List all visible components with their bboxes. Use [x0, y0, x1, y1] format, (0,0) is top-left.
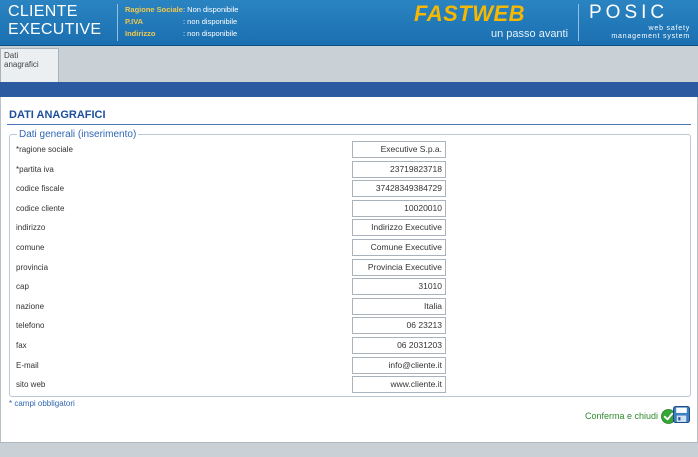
sito-web-input[interactable]: www.cliente.it — [352, 376, 446, 394]
nazione-input[interactable]: Italia — [352, 297, 446, 315]
footer-bar — [0, 442, 698, 457]
client-info: Ragione Sociale : Non disponibile P.IVA … — [125, 4, 238, 40]
posic-subtitle-line1: web safety — [648, 25, 690, 32]
info-row-ragione-sociale: Ragione Sociale : Non disponibile — [125, 4, 238, 16]
fieldset-legend: Dati generali (inserimento) — [17, 129, 139, 140]
field-row-ragione-sociale: *ragione sociale Executive S.p.a. — [16, 141, 684, 160]
info-label: Indirizzo — [125, 29, 156, 38]
app-header: CLIENTE EXECUTIVE Ragione Sociale : Non … — [0, 0, 698, 46]
required-fields-note: * campi obbligatori — [9, 399, 75, 408]
field-label: provincia — [16, 262, 49, 272]
fastweb-tagline: un passo avanti — [491, 28, 569, 40]
field-label: indirizzo — [16, 223, 46, 233]
fax-input[interactable]: 06 2031203 — [352, 337, 446, 354]
field-label: *ragione sociale — [16, 145, 73, 154]
main-content: DATI ANAGRAFICI Dati generali (inserimen… — [0, 97, 698, 442]
page-title: DATI ANAGRAFICI — [9, 109, 106, 121]
field-label: cap — [16, 282, 29, 292]
header-divider — [117, 4, 118, 41]
partita-iva-input[interactable]: 23719823718 — [352, 160, 446, 178]
field-row-partita-iva: *partita iva 23719823718 — [16, 160, 684, 180]
field-label: nazione — [16, 301, 45, 311]
field-row-indirizzo: indirizzo Indirizzo Executive — [16, 219, 684, 238]
title-divider — [7, 124, 691, 125]
field-row-provincia: provincia Provincia Executive — [16, 258, 684, 278]
app-title: CLIENTE EXECUTIVE — [8, 3, 101, 39]
field-label: E-mail — [16, 360, 39, 370]
field-label: *partita iva — [16, 164, 54, 174]
field-row-codice-fiscale: codice fiscale 37428349384729 — [16, 180, 684, 199]
field-label: codice fiscale — [16, 184, 65, 194]
field-label: codice cliente — [16, 203, 65, 213]
field-row-sito-web: sito web www.cliente.it — [16, 376, 684, 395]
comune-input[interactable]: Comune Executive — [352, 239, 446, 256]
cap-input[interactable]: 31010 — [352, 278, 446, 296]
telefono-input[interactable]: 06 23213 — [352, 317, 446, 335]
confirm-close-button[interactable]: Conferma e chiudi — [585, 407, 676, 425]
posic-subtitle: web safety management system — [611, 25, 690, 41]
field-row-email: E-mail info@cliente.it — [16, 356, 684, 376]
info-row-piva: P.IVA : non disponibile — [125, 16, 238, 28]
codice-fiscale-input[interactable]: 37428349384729 — [352, 180, 446, 198]
confirm-close-label[interactable]: Conferma e chiudi — [585, 411, 658, 421]
general-data-fieldset: Dati generali (inserimento) *ragione soc… — [9, 129, 691, 397]
provincia-input[interactable]: Provincia Executive — [352, 258, 446, 276]
info-value: : Non disponibile — [183, 5, 239, 14]
posic-subtitle-line2: management system — [611, 33, 690, 40]
posic-logo: POSIC — [589, 2, 669, 23]
field-row-cap: cap 31010 — [16, 278, 684, 297]
tab-bar: Dati anagrafici — [0, 46, 698, 82]
section-bar — [0, 82, 698, 97]
field-row-codice-cliente: codice cliente 10020010 — [16, 199, 684, 219]
info-value: : non disponibile — [183, 29, 238, 38]
field-label: fax — [16, 341, 27, 350]
field-label: comune — [16, 243, 45, 252]
field-row-fax: fax 06 2031203 — [16, 337, 684, 356]
codice-cliente-input[interactable]: 10020010 — [352, 199, 446, 217]
fastweb-logo: FASTWEB — [414, 1, 526, 26]
indirizzo-input[interactable]: Indirizzo Executive — [352, 219, 446, 237]
header-divider — [578, 4, 579, 41]
email-input[interactable]: info@cliente.it — [352, 356, 446, 374]
field-label: sito web — [16, 380, 46, 390]
field-row-nazione: nazione Italia — [16, 297, 684, 317]
app-title-line1: CLIENTE — [8, 3, 78, 20]
tab-dati-anagrafici[interactable]: Dati anagrafici — [0, 48, 59, 82]
info-value: : non disponibile — [183, 17, 238, 26]
info-label: Ragione Sociale — [125, 5, 183, 14]
field-row-comune: comune Comune Executive — [16, 239, 684, 258]
field-label: telefono — [16, 321, 45, 331]
info-row-indirizzo: Indirizzo : non disponibile — [125, 28, 238, 40]
app-title-line2: EXECUTIVE — [8, 21, 102, 38]
info-label: P.IVA — [125, 17, 144, 26]
field-row-telefono: telefono 06 23213 — [16, 317, 684, 336]
save-icon[interactable] — [673, 406, 690, 423]
ragione-sociale-input[interactable]: Executive S.p.a. — [352, 141, 446, 158]
